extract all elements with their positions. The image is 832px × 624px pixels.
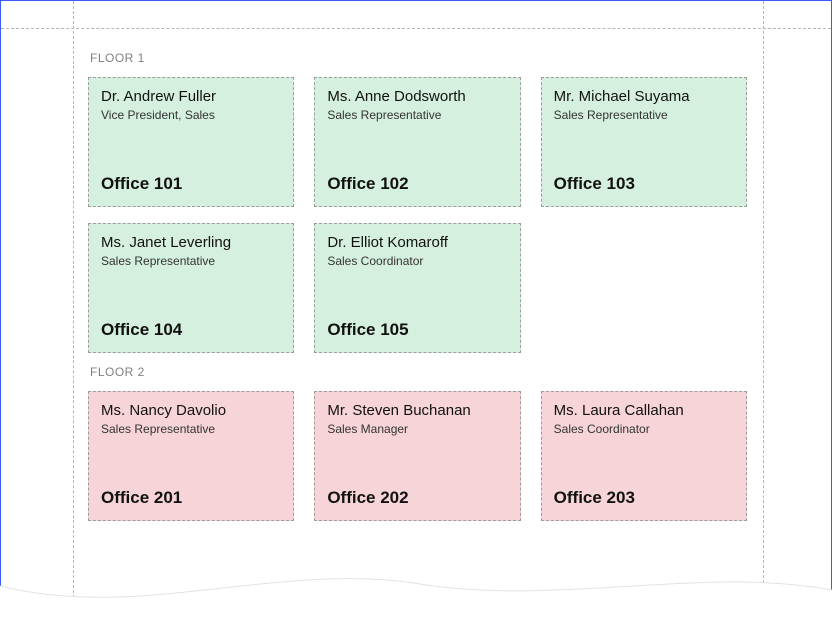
floor-grid: Ms. Nancy Davolio Sales Representative O… [88, 391, 747, 521]
person-title: Sales Coordinator [327, 254, 507, 268]
office-card[interactable]: Mr. Steven Buchanan Sales Manager Office… [314, 391, 520, 521]
person-name: Ms. Janet Leverling [101, 234, 281, 252]
person-title: Sales Representative [327, 108, 507, 122]
person-title: Sales Coordinator [554, 422, 734, 436]
office-number: Office 201 [101, 488, 281, 508]
person-title: Sales Representative [554, 108, 734, 122]
report-body: FLOOR 1 Dr. Andrew Fuller Vice President… [74, 29, 761, 623]
office-card[interactable]: Ms. Janet Leverling Sales Representative… [88, 223, 294, 353]
office-card[interactable]: Dr. Andrew Fuller Vice President, Sales … [88, 77, 294, 207]
office-number: Office 203 [554, 488, 734, 508]
office-number: Office 105 [327, 320, 507, 340]
office-number: Office 104 [101, 320, 281, 340]
person-name: Dr. Andrew Fuller [101, 88, 281, 106]
person-title: Sales Representative [101, 254, 281, 268]
office-card[interactable]: Dr. Elliot Komaroff Sales Coordinator Of… [314, 223, 520, 353]
person-name: Ms. Anne Dodsworth [327, 88, 507, 106]
person-name: Mr. Michael Suyama [554, 88, 734, 106]
person-name: Mr. Steven Buchanan [327, 402, 507, 420]
person-name: Dr. Elliot Komaroff [327, 234, 507, 252]
office-number: Office 102 [327, 174, 507, 194]
person-title: Sales Manager [327, 422, 507, 436]
office-number: Office 202 [327, 488, 507, 508]
office-number: Office 103 [554, 174, 734, 194]
right-margin-guide [763, 1, 764, 623]
office-card[interactable]: Ms. Laura Callahan Sales Coordinator Off… [541, 391, 747, 521]
office-number: Office 101 [101, 174, 281, 194]
person-title: Sales Representative [101, 422, 281, 436]
report-designer-canvas: FLOOR 1 Dr. Andrew Fuller Vice President… [0, 0, 832, 624]
office-card[interactable]: Ms. Anne Dodsworth Sales Representative … [314, 77, 520, 207]
person-title: Vice President, Sales [101, 108, 281, 122]
floor-label: FLOOR 2 [90, 365, 747, 379]
floor-grid: Dr. Andrew Fuller Vice President, Sales … [88, 77, 747, 353]
office-card[interactable]: Mr. Michael Suyama Sales Representative … [541, 77, 747, 207]
floor-label: FLOOR 1 [90, 51, 747, 65]
office-card[interactable]: Ms. Nancy Davolio Sales Representative O… [88, 391, 294, 521]
person-name: Ms. Nancy Davolio [101, 402, 281, 420]
person-name: Ms. Laura Callahan [554, 402, 734, 420]
